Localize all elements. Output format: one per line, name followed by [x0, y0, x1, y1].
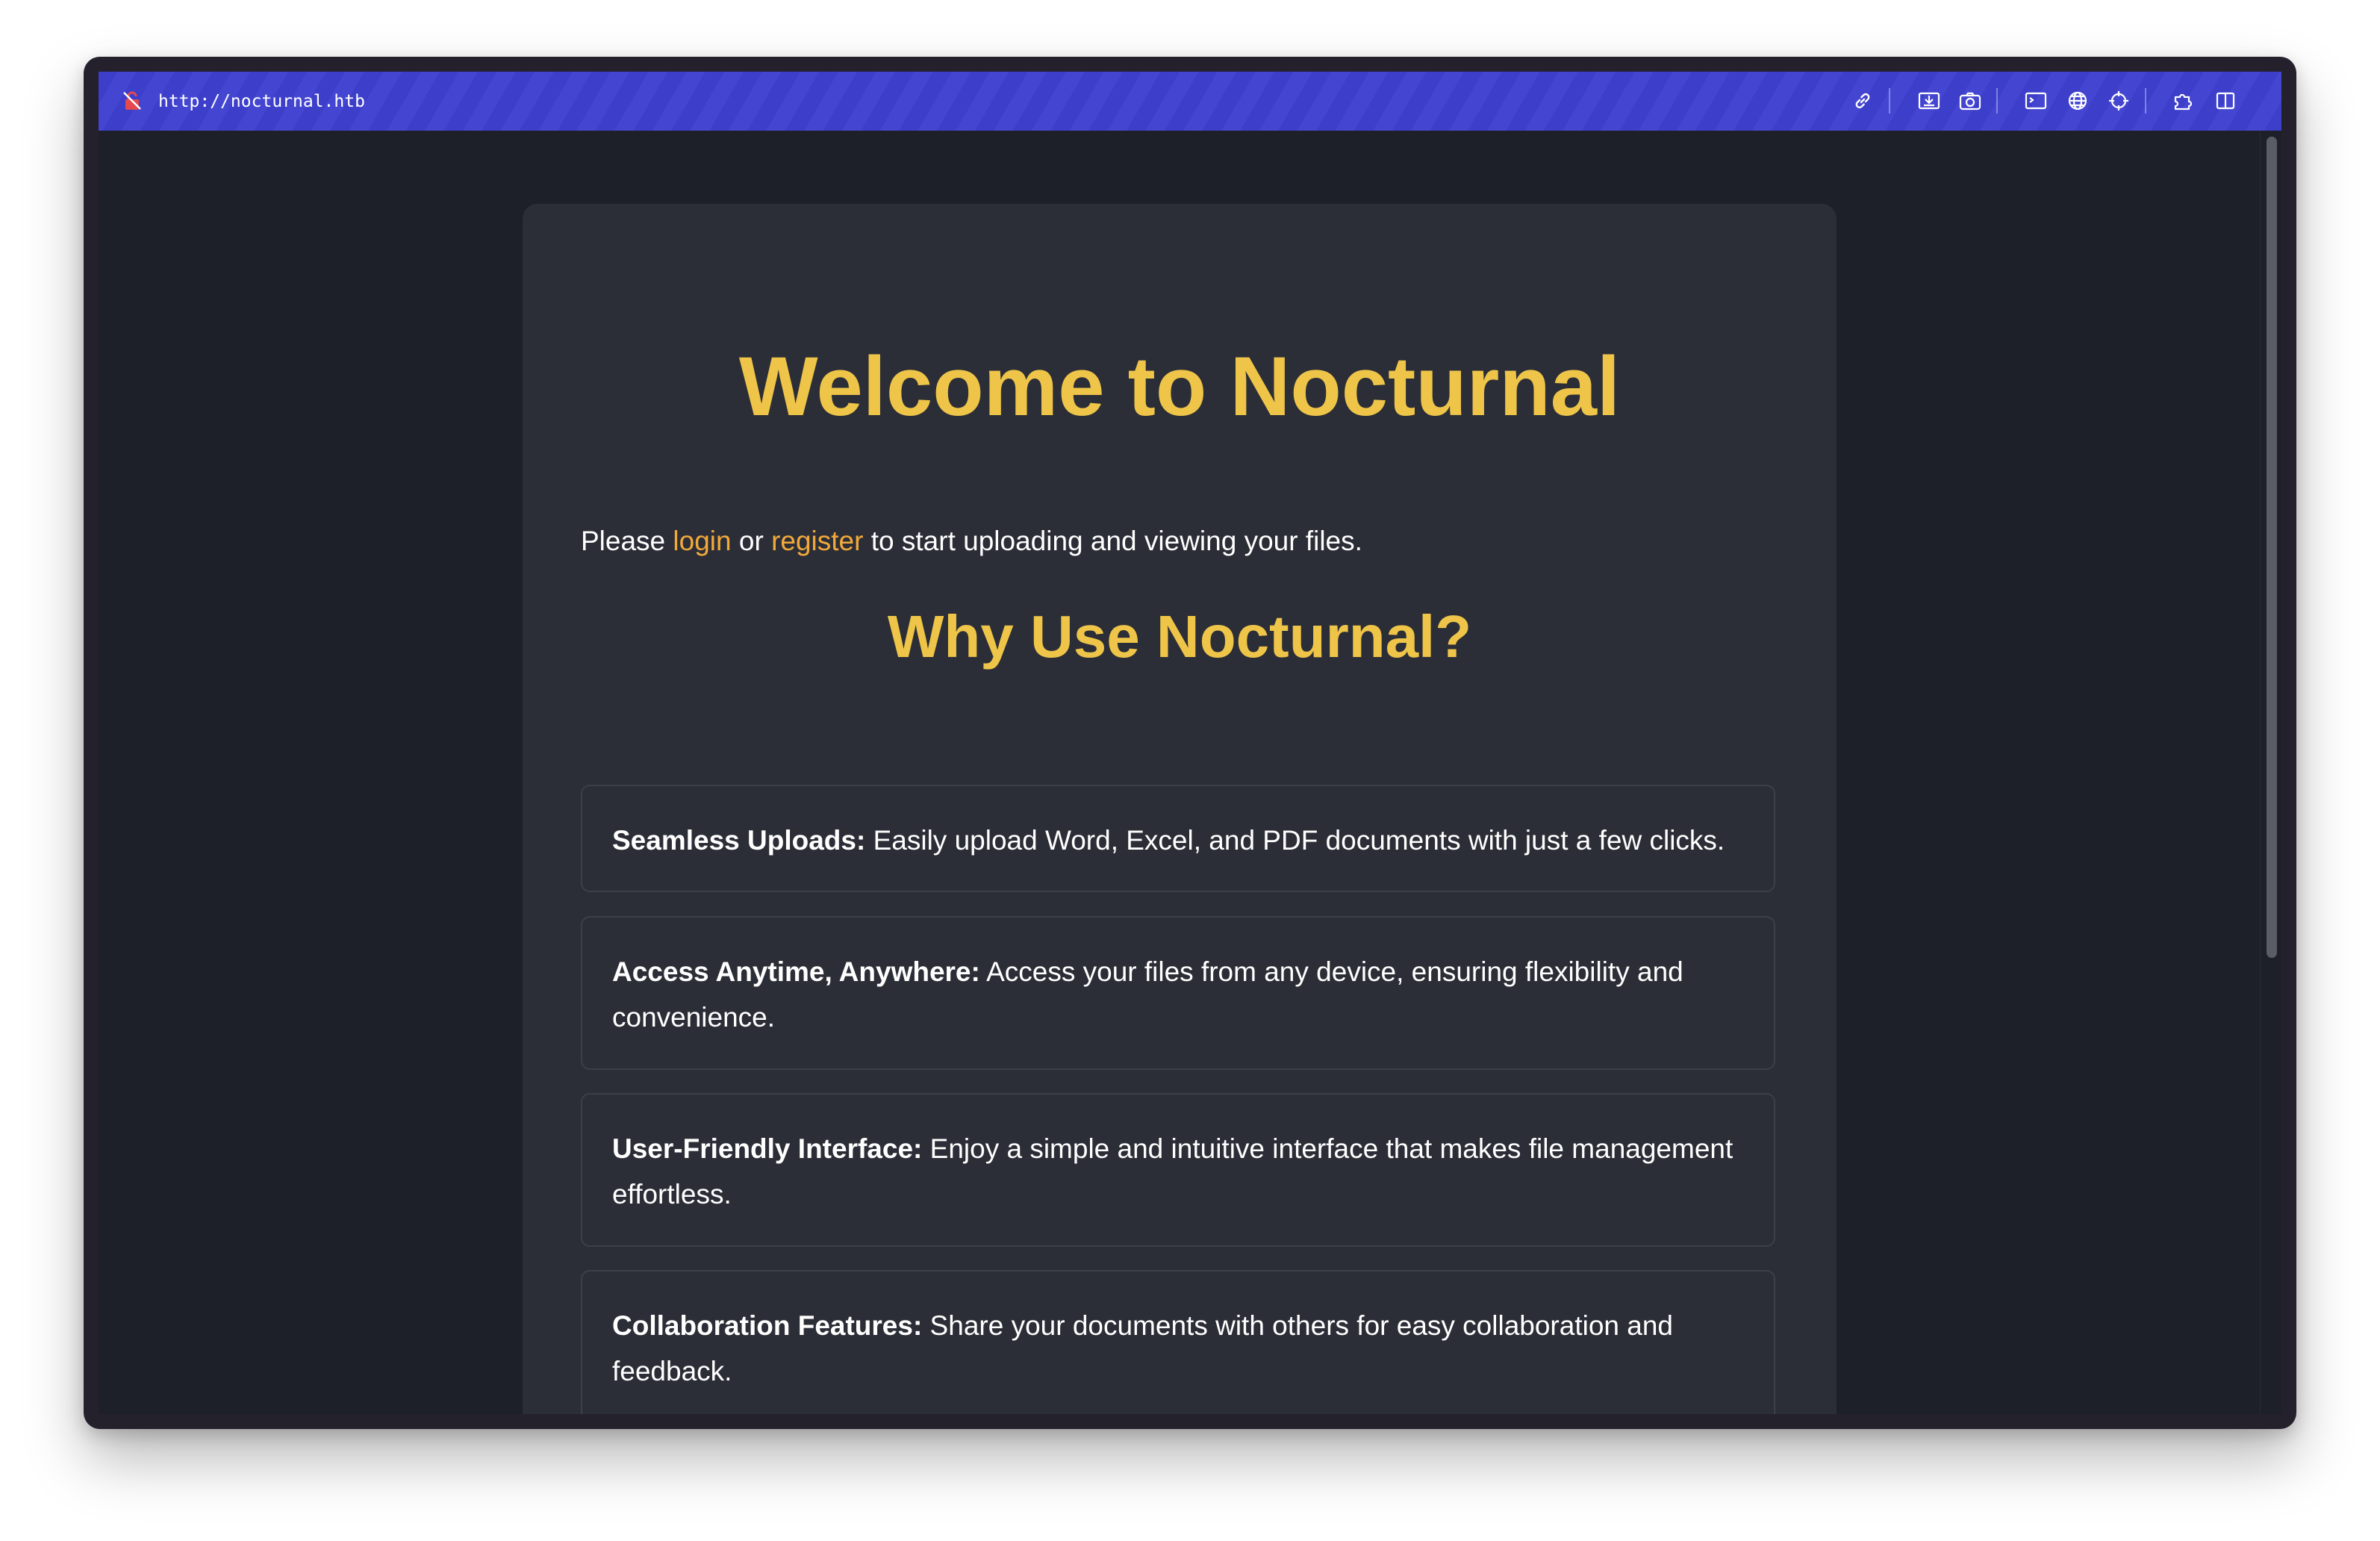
- link-icon[interactable]: [1848, 87, 1877, 115]
- feature-card: Access Anytime, Anywhere: Access your fi…: [581, 916, 1775, 1070]
- toolbar-divider: [1889, 88, 1890, 113]
- sidebar-icon[interactable]: [2211, 87, 2240, 115]
- crosshair-icon[interactable]: [2105, 87, 2133, 115]
- intro-before: Please: [581, 526, 673, 556]
- feature-title: Collaboration Features:: [612, 1310, 923, 1341]
- terminal-icon[interactable]: [2022, 87, 2050, 115]
- feature-title: Seamless Uploads:: [612, 825, 866, 856]
- camera-icon[interactable]: [1956, 87, 1984, 115]
- feature-title: User-Friendly Interface:: [612, 1133, 923, 1164]
- browser-toolbar: http://nocturnal.htb: [99, 72, 2281, 131]
- toolbar-divider: [2145, 88, 2146, 113]
- scrollbar[interactable]: [2260, 131, 2281, 1414]
- register-link[interactable]: register: [771, 526, 863, 556]
- login-link[interactable]: login: [673, 526, 731, 556]
- web-page: Welcome to Nocturnal Please login or reg…: [99, 131, 2281, 1414]
- scrollbar-thumb[interactable]: [2267, 137, 2277, 958]
- page-title: Welcome to Nocturnal: [738, 340, 1621, 433]
- content-card: Welcome to Nocturnal Please login or reg…: [523, 204, 1837, 1414]
- why-heading: Why Use Nocturnal?: [887, 603, 1472, 670]
- screenshot-region-icon[interactable]: [1915, 87, 1943, 115]
- feature-text: Easily upload Word, Excel, and PDF docum…: [865, 825, 1725, 856]
- globe-icon[interactable]: [2063, 87, 2092, 115]
- address-bar-url[interactable]: http://nocturnal.htb: [158, 88, 365, 115]
- lock-icon[interactable]: [121, 90, 143, 112]
- feature-title: Access Anytime, Anywhere:: [612, 956, 980, 987]
- browser-window: http://nocturnal.htb Welcome to Nocturna…: [84, 57, 2296, 1429]
- intro-middle: or: [731, 526, 772, 556]
- intro-text: Please login or register to start upload…: [581, 523, 1362, 560]
- toolbar-divider: [1996, 88, 1998, 113]
- extension-icon[interactable]: [2169, 87, 2198, 115]
- intro-after: to start uploading and viewing your file…: [863, 526, 1362, 556]
- feature-card: User-Friendly Interface: Enjoy a simple …: [581, 1093, 1775, 1247]
- feature-card: Seamless Uploads: Easily upload Word, Ex…: [581, 785, 1775, 892]
- feature-card: Collaboration Features: Share your docum…: [581, 1270, 1775, 1414]
- browser-viewport: http://nocturnal.htb Welcome to Nocturna…: [99, 72, 2281, 1414]
